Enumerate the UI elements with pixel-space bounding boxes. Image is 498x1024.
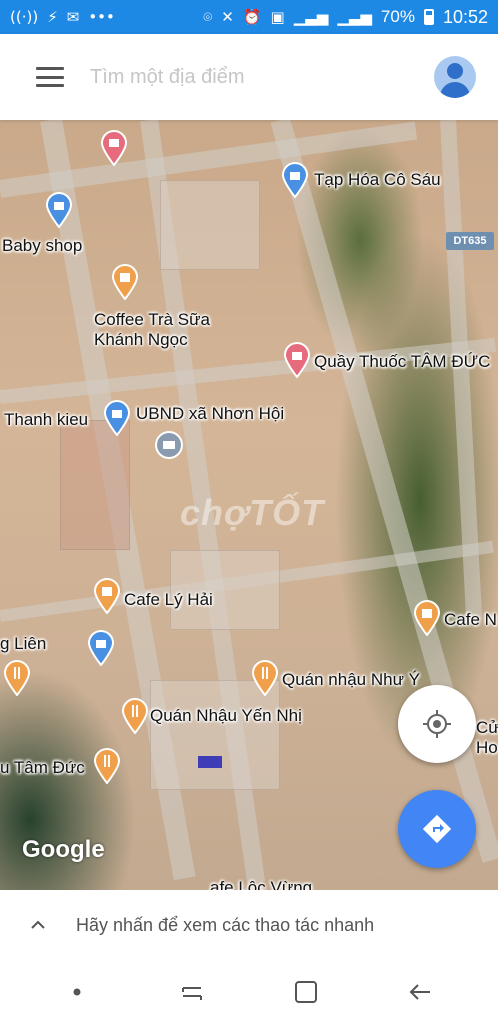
home-button[interactable] [286,972,326,1012]
quick-actions-hint: Hãy nhấn để xem các thao tác nhanh [76,914,375,935]
place-label[interactable]: Quán nhậu Như Ý [282,670,420,690]
mute-icon: ✕ [221,7,234,26]
status-left: ((·)) ⚡ ✉ ••• [10,7,115,26]
battery-percent: 70% [380,7,415,26]
battery-icon [423,9,434,25]
map-view[interactable]: DT635 chợTỐT Tạp Hóa Cô Sáu Baby shop Co… [0,120,498,890]
hamburger-menu-icon[interactable] [36,67,64,87]
google-logo: Google [22,836,105,863]
restaurant-icon[interactable] [2,660,32,696]
cup-icon[interactable] [412,600,442,636]
restaurant-icon[interactable] [92,748,122,784]
more-notifications-icon: ••• [88,7,115,26]
dot-icon [73,988,81,996]
directions-button[interactable] [398,790,476,868]
restaurant-icon[interactable] [250,660,280,696]
cup-icon[interactable] [110,264,140,300]
sim-icon: ▣ [270,7,285,26]
quick-actions-sheet[interactable]: Hãy nhấn để xem các thao tác nhanh [0,890,498,960]
restaurant-icon[interactable] [120,698,150,734]
place-label[interactable]: g Liên [0,634,46,654]
place-label[interactable]: u Tâm Đức [0,758,85,778]
message-icon: ✉ [66,7,80,26]
clock: 10:52 [442,6,488,27]
directions-icon [422,814,452,844]
place-label[interactable]: Cafe N [444,610,497,630]
account-avatar[interactable] [434,56,476,98]
government-building-icon[interactable] [154,430,184,466]
signal-icon: ▁▃▅ [293,7,329,26]
recent-apps-button[interactable] [172,972,212,1012]
status-right: ⌾ ✕ ⏰ ▣ ▁▃▅ ▁▃▅ 70% 10:52 [203,7,488,28]
place-label[interactable]: Quán Nhậu Yến Nhị [150,706,302,726]
place-label[interactable]: Cử Ho [476,718,498,758]
nav-dot-button[interactable] [57,972,97,1012]
search-header [0,34,498,120]
place-label[interactable]: Coffee Trà Sữa Khánh Ngọc [94,310,210,350]
pharmacy-pin-icon[interactable] [99,130,129,166]
place-label[interactable]: Baby shop [2,236,82,256]
crosshair-icon [423,710,451,738]
place-label[interactable]: Tạp Hóa Cô Sáu [314,170,441,190]
hplus-signal-icon: ▁▃▅ [337,7,372,26]
cup-icon[interactable] [92,578,122,614]
navigation-bar [0,960,498,1024]
watermark: chợTỐT [180,492,325,533]
shopping-bag-icon[interactable] [44,192,74,228]
map-marker [198,756,222,768]
usb-icon: ⚡ [47,7,58,26]
back-arrow-icon [409,984,430,1000]
place-label[interactable]: Quầy Thuốc TÂM ĐỨC [314,352,490,372]
recent-apps-icon [181,987,202,1000]
status-bar: ((·)) ⚡ ✉ ••• ⌾ ✕ ⏰ ▣ ▁▃▅ ▁▃▅ 70% 10:52 [0,0,498,34]
my-location-button[interactable] [398,685,476,763]
alarm-icon: ⏰ [242,7,262,26]
hotspot-icon: ((·)) [10,7,39,26]
chevron-up-icon [31,920,45,929]
shopping-bag-icon[interactable] [102,400,132,436]
location-icon: ⌾ [203,7,213,26]
search-input[interactable] [90,65,434,89]
route-badge: DT635 [446,232,494,250]
place-label[interactable]: UBND xã Nhơn Hội [136,404,284,424]
shopping-bag-icon[interactable] [280,162,310,198]
pharmacy-pin-icon[interactable] [282,342,312,378]
shopping-bag-icon[interactable] [86,630,116,666]
place-label[interactable]: Cafe Lý Hải [124,590,213,610]
place-label[interactable]: afe Lộc Vừng [210,878,312,890]
back-button[interactable] [401,972,441,1012]
home-icon [295,981,318,1003]
place-label[interactable]: Thanh kieu [4,410,88,430]
